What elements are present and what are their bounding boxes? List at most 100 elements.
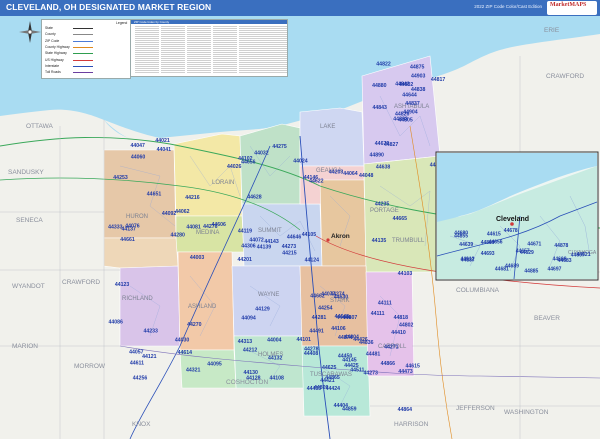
zip-label: 44646: [287, 234, 302, 240]
zip-label: 44271: [384, 345, 399, 351]
zip-label: 44622: [309, 179, 324, 185]
zip-label: 44060: [131, 154, 146, 160]
zip-label: 44021: [155, 138, 170, 144]
county-label-huron: HURON: [126, 214, 148, 220]
map-legend: Legend State County ZIP Code County Highway…: [41, 19, 131, 79]
zip-label: 44644: [402, 92, 417, 98]
zip-label: 44410: [391, 330, 406, 336]
legend-swatch: [73, 46, 93, 48]
county-label-medina: MEDINA: [196, 230, 219, 236]
county-label-washington: WASHINGTON: [504, 409, 549, 416]
zip-label: 44802: [399, 323, 414, 329]
county-lake: [299, 107, 365, 167]
zip-label: 44628: [247, 195, 262, 201]
zip-label: 44253: [113, 175, 128, 181]
inset-zip-label: 44689: [505, 264, 519, 270]
inset-zip-label: 44639: [459, 242, 473, 248]
county-label-lake: LAKE: [320, 124, 335, 130]
legend-label: County: [45, 32, 56, 37]
legend-swatch: [73, 40, 93, 42]
logo-text: MarketMAPS: [550, 2, 587, 8]
zip-label: 44123: [115, 282, 130, 288]
inset-zip-label: 44680: [454, 231, 468, 237]
zip-label: 44614: [178, 350, 193, 356]
zip-label: 44280: [171, 233, 186, 239]
inset-zip-label: 44615: [487, 231, 501, 237]
zip-label: 44201: [238, 257, 253, 263]
zip-label: 44306: [241, 243, 256, 249]
legend-swatch: [73, 34, 93, 36]
zip-label: 44072: [249, 238, 264, 244]
county-label-sandusky: SANDUSKY: [8, 169, 44, 176]
zip-label: 44254: [318, 306, 333, 312]
inset-zip-label: 44671: [527, 242, 541, 248]
zip-label: 44119: [238, 229, 252, 235]
zip-label: 44235: [375, 202, 390, 208]
zip-label: 44124: [305, 258, 320, 264]
zip-label: 44092: [162, 211, 177, 217]
zip-label: 44077: [321, 291, 336, 297]
legend-row: State Highway: [45, 51, 129, 56]
zip-label: 44625: [322, 365, 337, 371]
zip-label: 44132: [268, 356, 283, 362]
county-ashland: [177, 251, 235, 351]
zip-index-column: [213, 26, 237, 74]
county-label-ashland: ASHLAND: [188, 304, 217, 310]
zip-label: 44024: [293, 159, 308, 165]
zip-label: 44137: [122, 227, 137, 233]
legend-row: County: [45, 32, 129, 37]
map-canvas[interactable]: OTTAWA SANDUSKY SENECA CRAWFORD WYANDOT …: [0, 16, 600, 439]
zip-label: 44817: [431, 77, 446, 83]
title-bar: CLEVELAND, OH DESIGNATED MARKET REGION 2…: [0, 0, 600, 16]
zip-label: 44843: [373, 105, 388, 111]
zip-label: 44450: [338, 354, 353, 360]
county-label-richland: RICHLAND: [122, 296, 153, 302]
zip-label: 44836: [359, 340, 374, 346]
zip-label: 44273: [282, 244, 297, 250]
legend-row: US Highway: [45, 58, 129, 63]
legend-label: US Highway: [45, 57, 64, 62]
county-label-columbiana: COLUMBIANA: [456, 287, 500, 294]
zip-label: 44275: [272, 144, 287, 150]
zip-label: 44139: [257, 245, 272, 251]
legend-label: State: [45, 26, 53, 30]
zip-label: 44273: [364, 370, 379, 376]
legend-label: Interstate: [45, 63, 60, 68]
zip-label: 44106: [331, 326, 346, 332]
zip-label: 44481: [366, 352, 381, 358]
zip-label: 44875: [410, 64, 425, 70]
legend-title: Legend: [116, 21, 128, 25]
county-label-crawford-pa: CRAWFORD: [546, 73, 584, 80]
inset-zip-label: 44683: [558, 258, 572, 264]
county-label-wyandot: WYANDOT: [12, 283, 45, 290]
cleveland-inset[interactable]: Cleveland CUYAHOGA 448784485544887448854…: [435, 151, 599, 281]
county-lorain: [173, 133, 243, 217]
zip-label: 44651: [147, 192, 162, 198]
edition-label: 2022 ZIP Code Color/Cast Edition: [474, 4, 542, 9]
zip-label: 44095: [207, 361, 222, 367]
zip-label: 44865: [325, 375, 340, 381]
zip-label: 44081: [186, 224, 201, 230]
inset-zip-label: 44693: [481, 251, 495, 257]
zip-label: 44864: [398, 407, 413, 413]
county-label-morrow: MORROW: [74, 363, 106, 370]
inset-zip-label: 44621: [577, 252, 591, 258]
inset-zip-label: 44878: [554, 243, 568, 249]
legend-label: County Highway: [45, 44, 70, 49]
zip-label: 44135: [372, 238, 387, 244]
zip-label: 44215: [282, 251, 297, 257]
zip-label: 44094: [241, 315, 256, 321]
county-label-trumbull: TRUMBULL: [392, 238, 425, 244]
city-dot-akron: [326, 238, 330, 242]
zip-label: 44676: [375, 141, 390, 147]
zip-index-column: [239, 26, 263, 74]
zip-label: 44103: [398, 271, 413, 277]
zip-label: 44842: [395, 82, 410, 88]
legend-swatch: [73, 53, 93, 55]
inset-zip-label: 44885: [524, 268, 538, 274]
county-wayne: [231, 265, 303, 337]
zip-label: 44216: [185, 195, 200, 201]
zip-label: 44473: [398, 369, 413, 375]
zip-label: 44129: [255, 307, 270, 313]
zip-index-title: ZIP Code Index by County: [131, 20, 287, 24]
